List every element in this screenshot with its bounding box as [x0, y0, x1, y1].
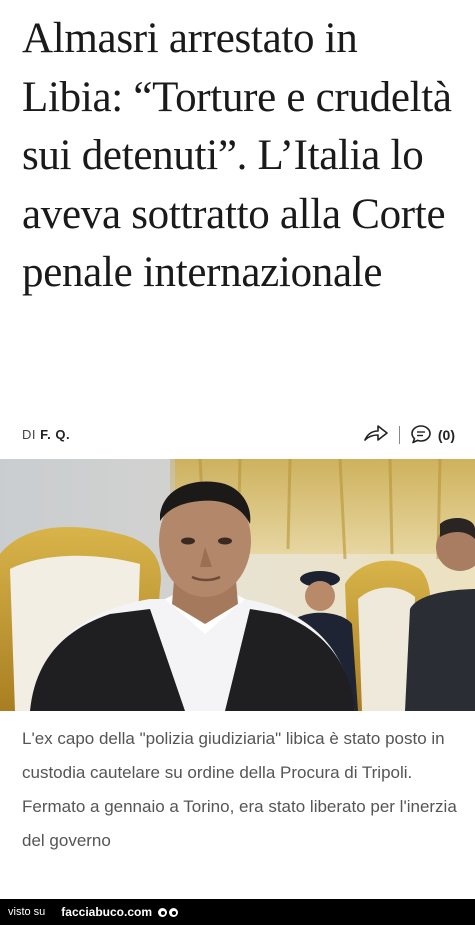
footer-bar: visto su facciabuco.com: [0, 899, 475, 925]
eyes-logo-icon: [158, 907, 178, 917]
photo-caption: L'ex capo della "polizia giudiziaria" li…: [22, 729, 457, 850]
byline: DI F. Q.: [22, 427, 70, 442]
footer-brand-link[interactable]: facciabuco.com: [61, 905, 152, 919]
byline-prefix: DI: [22, 427, 36, 442]
photo-illustration: [0, 459, 475, 711]
comments-button[interactable]: (0): [410, 424, 455, 447]
footer-prefix: visto su: [8, 906, 46, 918]
article-actions: (0): [363, 422, 455, 448]
share-arrow-icon[interactable]: [363, 423, 389, 448]
article-headline: Almasri arrestato in Libia: “Torture e c…: [22, 15, 452, 296]
article-photo: [0, 459, 475, 711]
author-link[interactable]: F. Q.: [40, 427, 70, 442]
actions-divider: [398, 426, 400, 444]
comment-bubble-icon: [410, 424, 432, 447]
comments-count: (0): [437, 427, 455, 443]
